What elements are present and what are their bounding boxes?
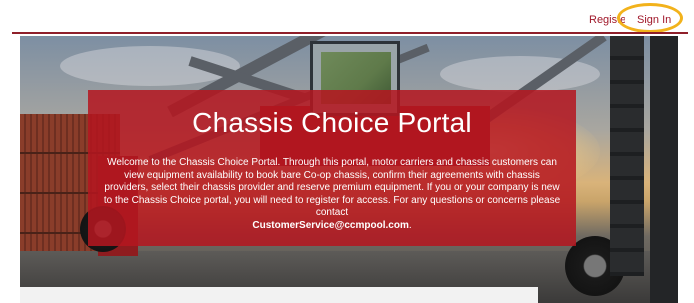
top-navigation-bar: Register Sign In [0,0,694,33]
welcome-panel: Chassis Choice Portal Welcome to the Cha… [88,90,576,246]
sign-in-highlight-circle [617,3,683,33]
forklift-mast [610,36,644,276]
welcome-description: Welcome to the Chassis Choice Portal. Th… [102,157,562,233]
page: Register Sign In Chassis Choice Portal W… [0,0,694,303]
forklift-mast [650,36,678,303]
customer-service-email-link[interactable]: CustomerService@ccmpool.com [252,220,408,231]
description-text: Welcome to the Chassis Choice Portal. Th… [103,157,561,219]
header-divider [12,32,688,34]
page-title: Chassis Choice Portal [192,107,472,138]
trailing-punctuation: . [408,219,412,231]
content-card-edge [20,287,538,303]
